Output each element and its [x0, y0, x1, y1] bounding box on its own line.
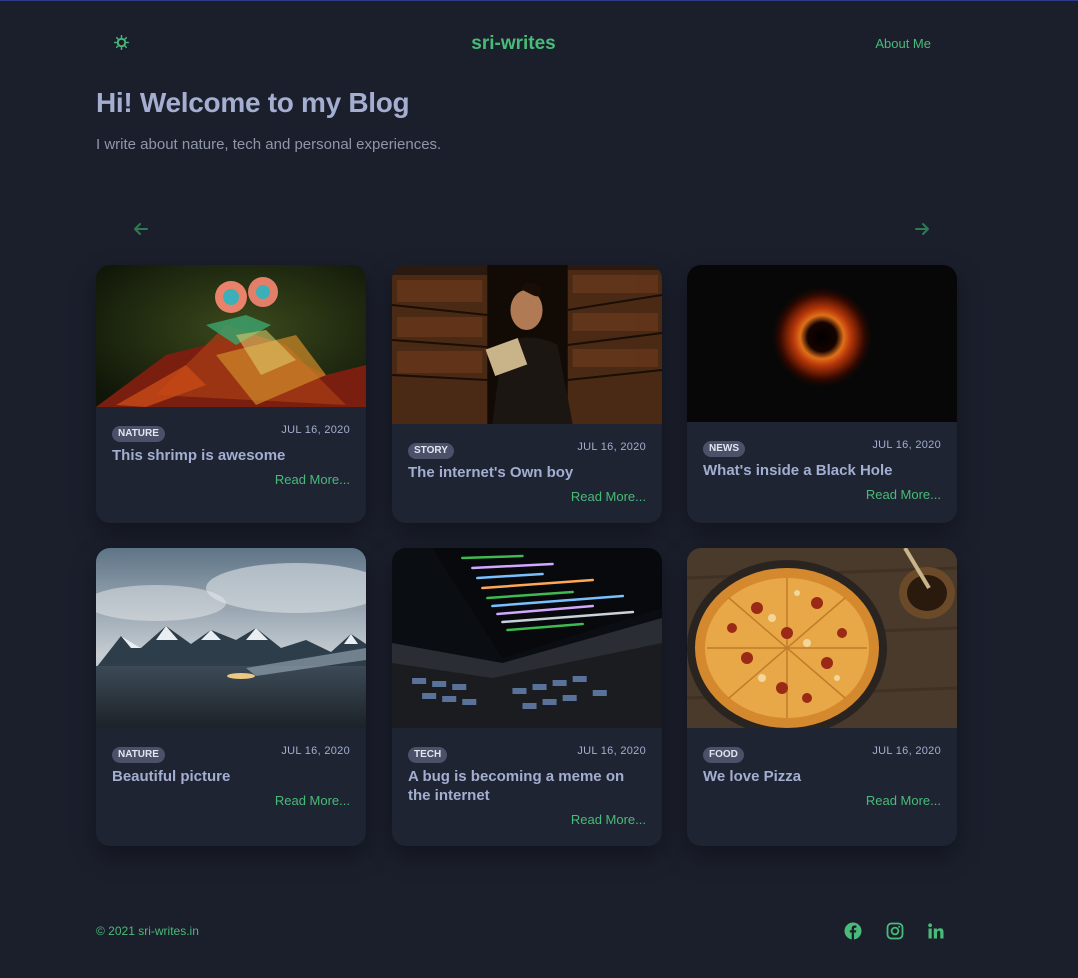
category-badge[interactable]: STORY: [408, 443, 454, 459]
laptop-code-photo: [392, 548, 662, 728]
facebook-icon[interactable]: [844, 922, 862, 940]
read-more-link[interactable]: Read More...: [408, 812, 646, 827]
post-title[interactable]: A bug is becoming a meme on the internet: [408, 767, 646, 805]
post-card[interactable]: STORY JUL 16, 2020 The internet's Own bo…: [392, 265, 662, 523]
category-badge[interactable]: FOOD: [703, 747, 744, 763]
post-date: JUL 16, 2020: [872, 745, 941, 757]
read-more-link[interactable]: Read More...: [112, 472, 350, 487]
post-card[interactable]: NATURE JUL 16, 2020 This shrimp is aweso…: [96, 265, 366, 523]
post-date: JUL 16, 2020: [577, 745, 646, 757]
post-card[interactable]: NEWS JUL 16, 2020 What's inside a Black …: [687, 265, 957, 523]
post-date: JUL 16, 2020: [281, 745, 350, 757]
footer-copyright: © 2021 sri-writes.in: [96, 924, 199, 938]
site-header: sri-writes About Me: [96, 31, 931, 59]
instagram-icon[interactable]: [886, 922, 904, 940]
read-more-link[interactable]: Read More...: [408, 489, 646, 504]
hero-subtitle: I write about nature, tech and personal …: [96, 136, 442, 153]
post-title[interactable]: The internet's Own boy: [408, 463, 646, 482]
linkedin-icon[interactable]: [927, 922, 945, 940]
post-date: JUL 16, 2020: [281, 424, 350, 436]
arrow-right-icon[interactable]: [913, 220, 931, 238]
post-title[interactable]: This shrimp is awesome: [112, 446, 350, 465]
pizza-photo: [687, 548, 957, 728]
about-me-link[interactable]: About Me: [875, 36, 931, 51]
post-card[interactable]: FOOD JUL 16, 2020 We love Pizza Read Mor…: [687, 548, 957, 846]
category-badge[interactable]: NATURE: [112, 747, 165, 763]
read-more-link[interactable]: Read More...: [703, 487, 941, 502]
category-badge[interactable]: NEWS: [703, 441, 745, 457]
post-date: JUL 16, 2020: [577, 441, 646, 453]
post-title[interactable]: What's inside a Black Hole: [703, 461, 941, 480]
post-card[interactable]: TECH JUL 16, 2020 A bug is becoming a me…: [392, 548, 662, 846]
post-card[interactable]: NATURE JUL 16, 2020 Beautiful picture Re…: [96, 548, 366, 846]
category-badge[interactable]: TECH: [408, 747, 448, 763]
read-more-link[interactable]: Read More...: [703, 793, 941, 808]
black-hole-photo: [687, 265, 957, 422]
hero-title: Hi! Welcome to my Blog: [96, 87, 410, 118]
post-date: JUL 16, 2020: [872, 439, 941, 451]
man-reading-in-library-photo: [392, 265, 662, 424]
site-title[interactable]: sri-writes: [96, 33, 931, 55]
mantis-shrimp-photo: [96, 265, 366, 407]
post-title[interactable]: We love Pizza: [703, 767, 941, 786]
post-title[interactable]: Beautiful picture: [112, 767, 350, 786]
arrow-left-icon[interactable]: [132, 220, 150, 238]
snowy-mountains-photo: [96, 548, 366, 728]
category-badge[interactable]: NATURE: [112, 426, 165, 442]
read-more-link[interactable]: Read More...: [112, 793, 350, 808]
